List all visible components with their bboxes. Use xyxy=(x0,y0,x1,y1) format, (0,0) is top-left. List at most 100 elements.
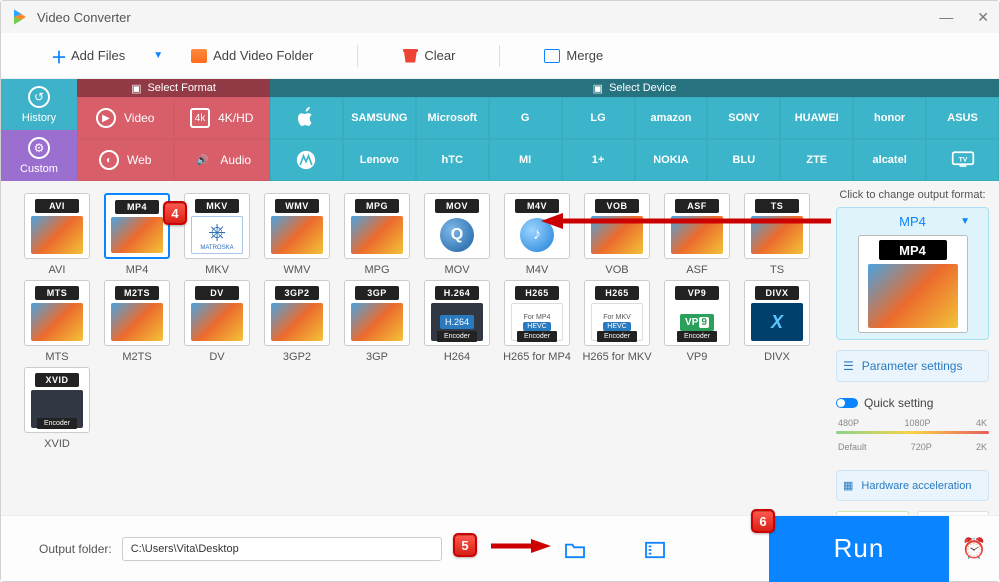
sliders-icon: ☰ xyxy=(843,359,854,373)
device-r2-3[interactable]: MI xyxy=(489,139,562,181)
right-panel: Click to change output format: ▼ MP4 MP4… xyxy=(826,181,999,540)
format-mts[interactable]: MTS MTS xyxy=(19,280,95,363)
format-thumb-image: Q xyxy=(431,216,483,254)
close-button[interactable]: ✕ xyxy=(977,9,989,26)
device-r1-4[interactable]: LG xyxy=(562,97,635,139)
parameter-settings-button[interactable]: ☰ Parameter settings xyxy=(836,350,989,382)
device-r1-1[interactable]: SAMSUNG xyxy=(343,97,416,139)
format-thumb-image xyxy=(31,216,83,254)
merge-button[interactable]: Merge xyxy=(536,44,611,67)
format-label: MP4 xyxy=(126,264,149,276)
format-asf[interactable]: ASFASF xyxy=(659,193,735,276)
add-files-dropdown-icon[interactable]: ▼ xyxy=(153,50,163,61)
category-video[interactable]: ▶Video xyxy=(77,97,174,139)
format-h264[interactable]: H.264H.264EncoderH264 xyxy=(419,280,495,363)
format-vp9[interactable]: VP9VP9EncoderVP9 xyxy=(659,280,735,363)
add-files-label: Add Files xyxy=(71,48,125,63)
titlebar: Video Converter — ✕ xyxy=(1,1,999,33)
quick-setting-group: Quick setting 480P 1080P 4K Default 720P… xyxy=(836,396,989,452)
format-m2ts[interactable]: M2TSM2TS xyxy=(99,280,175,363)
browse-folder-icon[interactable] xyxy=(564,541,584,557)
device-r1-6[interactable]: SONY xyxy=(707,97,780,139)
category-web-label: Web xyxy=(127,153,151,167)
device-r2-2[interactable]: hTC xyxy=(416,139,489,181)
format-wmv[interactable]: WMVWMV xyxy=(259,193,335,276)
device-r1-0[interactable] xyxy=(270,97,343,139)
format-thumb-image xyxy=(191,303,243,341)
format-3gp2[interactable]: 3GP2 3GP2 xyxy=(259,280,335,363)
minimize-button[interactable]: — xyxy=(939,9,953,26)
open-editor-icon[interactable] xyxy=(644,541,664,557)
format-top-label: 3GP2 xyxy=(275,286,319,300)
schedule-icon[interactable]: ⏰ xyxy=(949,536,999,561)
format-thumb-image xyxy=(271,303,323,341)
device-r2-9[interactable]: TV xyxy=(926,139,999,181)
output-format-preview[interactable]: ▼ MP4 MP4 xyxy=(836,207,989,340)
device-r2-4[interactable]: 1+ xyxy=(562,139,635,181)
annotation-arrow-small xyxy=(491,537,551,555)
fourk-icon: 4k xyxy=(190,108,210,128)
format-avi[interactable]: AVIAVI xyxy=(19,193,95,276)
device-r1-8[interactable]: honor xyxy=(853,97,926,139)
format-top-label: DIVX xyxy=(755,286,799,300)
format-thumb-image: X xyxy=(751,303,803,341)
format-xvid[interactable]: XVIDEncoderXVID xyxy=(19,367,95,450)
device-r2-1[interactable]: Lenovo xyxy=(343,139,416,181)
category-audio[interactable]: 🔊Audio xyxy=(174,139,271,181)
annotation-4: 4 xyxy=(163,201,187,225)
category-web[interactable]: ◐Web xyxy=(77,139,174,181)
quick-setting-toggle[interactable] xyxy=(836,398,858,408)
encoder-badge: Encoder xyxy=(37,418,77,429)
format-dv[interactable]: DVDV xyxy=(179,280,255,363)
device-r1-5[interactable]: amazon xyxy=(635,97,708,139)
format-label: 3GP2 xyxy=(283,351,311,363)
output-folder-input[interactable] xyxy=(122,537,442,561)
format-top-label: VP9 xyxy=(675,286,719,300)
device-r2-0[interactable] xyxy=(270,139,343,181)
add-video-folder-button[interactable]: Add Video Folder xyxy=(183,44,321,67)
format-mkv[interactable]: MKV⎈MATROSKAMKV xyxy=(179,193,255,276)
separator xyxy=(499,45,500,67)
format-3gp[interactable]: 3GP3GP xyxy=(339,280,415,363)
format-label: M4V xyxy=(526,264,549,276)
format-vob[interactable]: VOBVOB xyxy=(579,193,655,276)
run-button[interactable]: Run xyxy=(769,516,949,582)
device-r1-7[interactable]: HUAWEI xyxy=(780,97,853,139)
folder-icon xyxy=(191,49,207,63)
format-top-label: MOV xyxy=(435,199,479,213)
device-r2-7[interactable]: ZTE xyxy=(780,139,853,181)
format-top-label: XVID xyxy=(35,373,79,387)
toolbar: ＋ Add Files ▼ Add Video Folder Clear Mer… xyxy=(1,33,999,79)
device-r2-6[interactable]: BLU xyxy=(707,139,780,181)
format-mpg[interactable]: MPGMPG xyxy=(339,193,415,276)
format-top-label: AVI xyxy=(35,199,79,213)
device-r2-8[interactable]: alcatel xyxy=(853,139,926,181)
format-top-label: MTS xyxy=(35,286,79,300)
format-divx[interactable]: DIVXXDIVX xyxy=(739,280,815,363)
format-m4v[interactable]: M4V♪M4V xyxy=(499,193,575,276)
device-r1-3[interactable]: G xyxy=(489,97,562,139)
category-4k[interactable]: 4k4K/HD xyxy=(174,97,271,139)
add-files-button[interactable]: ＋ Add Files xyxy=(43,40,133,72)
format-thumb-image xyxy=(351,216,403,254)
device-r2-5[interactable]: NOKIA xyxy=(635,139,708,181)
format-h265mkv[interactable]: H265For MKVHEVCEncoderH265 for MKV xyxy=(579,280,655,363)
history-tab[interactable]: ↺ History xyxy=(1,79,77,130)
clear-button[interactable]: Clear xyxy=(394,44,463,67)
device-r1-2[interactable]: Microsoft xyxy=(416,97,489,139)
slider-labels-bottom: Default 720P 2K xyxy=(836,442,989,452)
custom-tab[interactable]: ⚙ Custom xyxy=(1,130,77,181)
format-label: H264 xyxy=(444,351,470,363)
format-top-label: WMV xyxy=(275,199,319,213)
format-mov[interactable]: MOVQMOV xyxy=(419,193,495,276)
format-h265mp4[interactable]: H265For MP4HEVCEncoderH265 for MP4 xyxy=(499,280,575,363)
format-label: MTS xyxy=(45,351,68,363)
format-top-label: MP4 xyxy=(115,200,159,214)
quality-slider[interactable] xyxy=(836,431,989,434)
format-thumb-image: ⎈MATROSKA xyxy=(191,216,243,254)
format-ts[interactable]: TSTS xyxy=(739,193,815,276)
format-dropdown-icon[interactable]: ▼ xyxy=(960,216,970,227)
device-r1-9[interactable]: ASUS xyxy=(926,97,999,139)
select-format-header: ▣ Select Format xyxy=(77,79,270,97)
hardware-acceleration-button[interactable]: ▦ Hardware acceleration xyxy=(836,470,989,501)
